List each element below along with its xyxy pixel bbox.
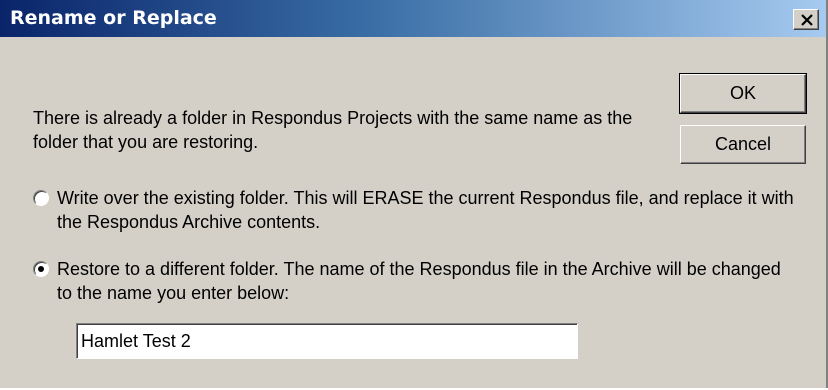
window-title: Rename or Replace	[10, 7, 217, 29]
radio-selected-dot	[38, 266, 44, 272]
restore-different-label: Restore to a different folder. The name …	[57, 259, 781, 303]
cancel-button[interactable]: Cancel	[680, 125, 806, 164]
restore-different-radio[interactable]	[33, 261, 49, 277]
new-folder-name-input[interactable]	[76, 323, 578, 359]
ok-button[interactable]: OK	[679, 73, 807, 114]
close-button[interactable]	[793, 9, 819, 30]
dialog-message: There is already a folder in Respondus P…	[33, 108, 633, 152]
close-icon	[801, 14, 813, 26]
overwrite-radio[interactable]	[33, 190, 49, 206]
rename-or-replace-dialog: Rename or Replace There is already a fol…	[0, 0, 828, 388]
overwrite-label: Write over the existing folder. This wil…	[57, 188, 794, 232]
title-bar[interactable]: Rename or Replace	[0, 0, 826, 37]
